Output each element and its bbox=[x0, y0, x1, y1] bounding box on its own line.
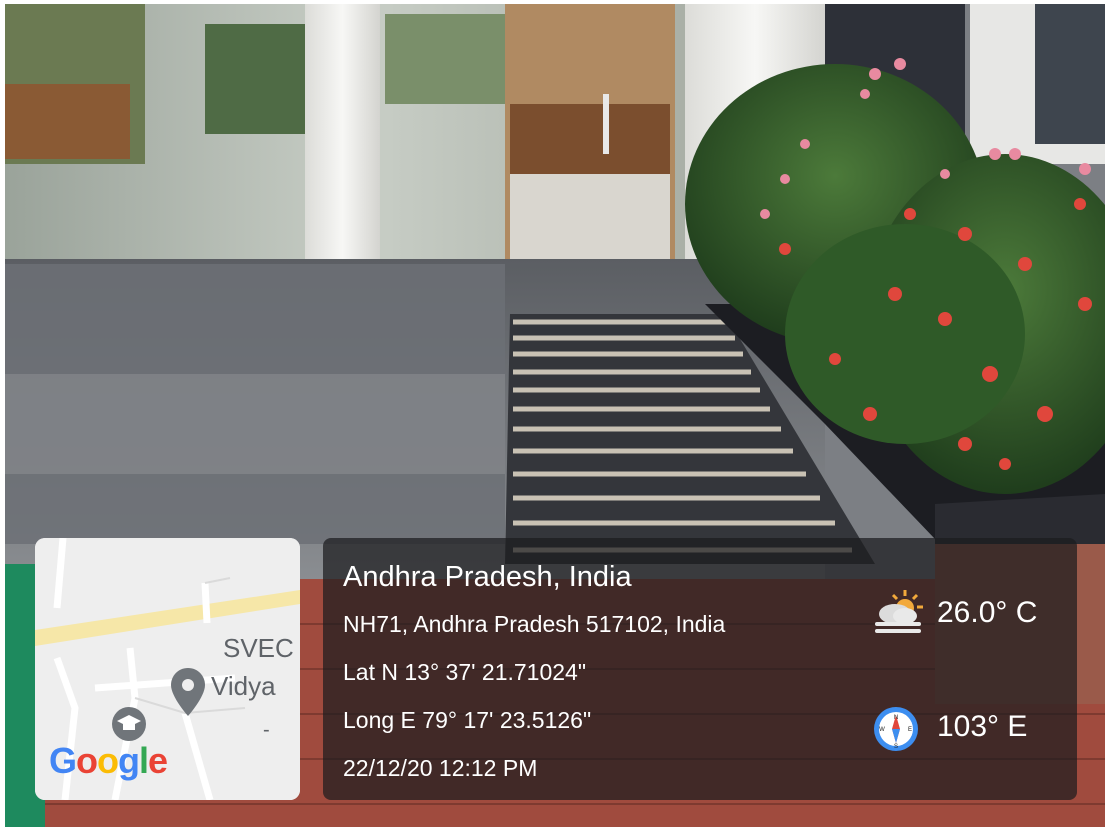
svg-text:S: S bbox=[894, 744, 898, 750]
svg-text:W: W bbox=[879, 727, 885, 733]
heading-readout: 103° E bbox=[937, 710, 1028, 743]
partly-cloudy-icon bbox=[875, 590, 923, 633]
location-title: Andhra Pradesh, India bbox=[343, 561, 632, 593]
svg-text:E: E bbox=[908, 727, 912, 733]
map-pin-icon bbox=[171, 668, 205, 716]
map-place-label-3: - bbox=[263, 719, 270, 741]
svg-text:N: N bbox=[894, 715, 898, 721]
address-line: NH71, Andhra Pradesh 517102, India bbox=[343, 611, 726, 637]
compass-icon: N S W E bbox=[874, 707, 918, 751]
map-place-label-2: Vidya bbox=[211, 671, 276, 701]
map-thumbnail[interactable]: SVEC Vidya - Google bbox=[35, 538, 300, 800]
graduation-cap-icon bbox=[112, 707, 146, 741]
latitude-line: Lat N 13° 37' 21.71024" bbox=[343, 659, 586, 685]
map-place-label: SVEC bbox=[223, 633, 294, 663]
google-logo: Google bbox=[49, 740, 168, 781]
geotag-info-panel: Andhra Pradesh, India NH71, Andhra Prade… bbox=[323, 538, 1077, 800]
temperature-readout: 26.0° C bbox=[937, 596, 1038, 629]
photo-frame: SVEC Vidya - Google Andhra Pradesh, Indi… bbox=[5, 4, 1105, 827]
datetime-line: 22/12/20 12:12 PM bbox=[343, 755, 538, 781]
longitude-line: Long E 79° 17' 23.5126" bbox=[343, 707, 592, 733]
